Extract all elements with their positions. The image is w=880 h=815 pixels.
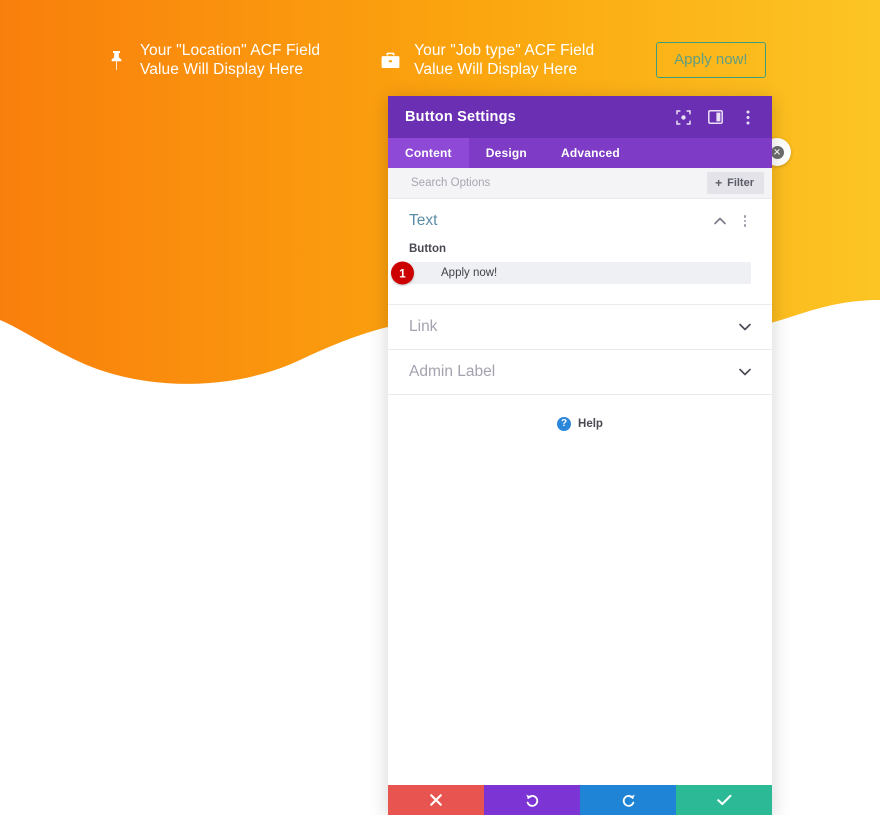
modal-footer: [388, 785, 772, 815]
button-text-label: Button: [409, 243, 447, 255]
section-admin-label: Admin Label: [388, 350, 772, 395]
section-text-kebab-icon[interactable]: [739, 214, 751, 228]
section-link-actions: [738, 321, 751, 334]
tab-advanced[interactable]: Advanced: [544, 138, 637, 168]
help-question-icon: ?: [557, 417, 572, 431]
section-text-actions: [713, 214, 751, 228]
save-button[interactable]: [676, 785, 772, 815]
undo-button[interactable]: [484, 785, 580, 815]
search-input[interactable]: [409, 176, 708, 190]
section-admin-label-header[interactable]: Admin Label: [388, 350, 772, 394]
chevron-down-icon[interactable]: [738, 366, 751, 379]
meta-location: Your "Location" ACF Field Value Will Dis…: [104, 41, 320, 79]
button-settings-modal: Button Settings Content Design Advanced …: [388, 96, 772, 815]
help-row[interactable]: ? Help: [388, 395, 772, 431]
close-icon-glyph: [770, 145, 784, 159]
modal-title: Button Settings: [405, 109, 516, 125]
tab-design[interactable]: Design: [469, 138, 544, 168]
chevron-up-icon[interactable]: [713, 215, 726, 228]
plus-icon: +: [715, 176, 723, 190]
modal-tabs: Content Design Advanced: [388, 138, 772, 168]
briefcase-icon: [378, 43, 402, 77]
filter-button-label: Filter: [727, 177, 754, 189]
meta-job-type-text: Your "Job type" ACF Field Value Will Dis…: [414, 42, 595, 78]
step-badge-1: 1: [391, 261, 414, 285]
section-link-header[interactable]: Link: [388, 305, 772, 349]
section-text-title: Text: [409, 212, 438, 229]
chevron-down-icon[interactable]: [738, 321, 751, 334]
section-text-content: Button 1: [388, 243, 772, 304]
section-link: Link: [388, 305, 772, 350]
section-admin-label-actions: [738, 366, 751, 379]
kebab-menu-icon[interactable]: [740, 110, 755, 125]
section-link-title: Link: [409, 318, 438, 335]
help-label[interactable]: Help: [578, 418, 603, 430]
filter-button[interactable]: + Filter: [707, 172, 764, 194]
map-pin-icon: [104, 43, 128, 77]
layout-panel-icon[interactable]: [708, 110, 723, 125]
undo-icon: [525, 794, 538, 807]
redo-icon: [622, 794, 635, 807]
apply-now-button[interactable]: Apply now!: [656, 42, 766, 78]
section-admin-label-title: Admin Label: [409, 363, 496, 380]
button-text-input[interactable]: [409, 262, 751, 284]
expand-icon[interactable]: [676, 109, 691, 125]
modal-body: Text Button 1 Apply now! Link Admin Labe…: [388, 199, 772, 785]
button-text-field-wrap: 1: [391, 261, 751, 285]
modal-titlebar: Button Settings: [388, 96, 772, 138]
redo-button[interactable]: [580, 785, 676, 815]
modal-titlebar-actions: [676, 109, 755, 125]
meta-location-text: Your "Location" ACF Field Value Will Dis…: [140, 42, 321, 78]
search-bar: + Filter: [388, 168, 772, 199]
tab-content[interactable]: Content: [388, 138, 469, 168]
section-text: Text Button 1: [388, 199, 772, 305]
section-text-header[interactable]: Text: [388, 199, 772, 243]
cancel-button[interactable]: [388, 785, 484, 815]
meta-job-type: Your "Job type" ACF Field Value Will Dis…: [378, 41, 594, 79]
